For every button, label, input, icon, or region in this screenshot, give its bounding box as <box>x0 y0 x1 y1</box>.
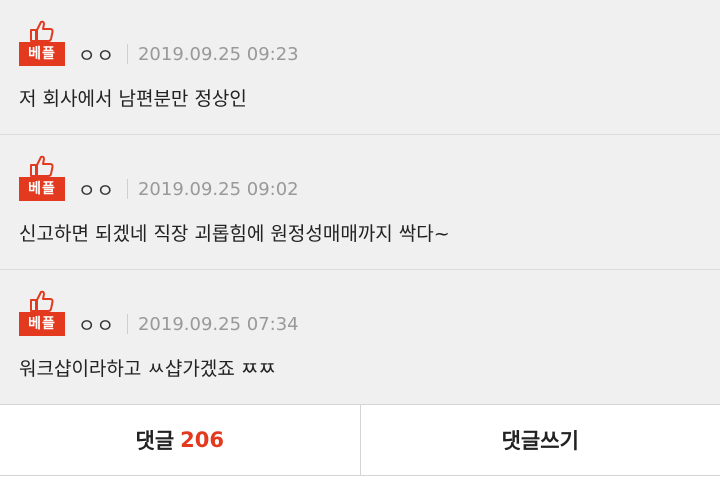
comment-text: 저 회사에서 남편분만 정상인 <box>19 88 247 110</box>
comment-author[interactable]: ㅇㅇ <box>78 41 115 68</box>
view-comments-label: 댓글 <box>135 429 175 453</box>
best-badge-label: 베플 <box>19 312 65 336</box>
meta-divider <box>126 314 128 334</box>
comment-date: 2019.09.25 09:23 <box>137 43 299 65</box>
comment-date: 2019.09.25 07:34 <box>137 313 299 335</box>
view-comments-button[interactable]: 댓글 206 <box>0 405 360 475</box>
best-badge-label: 베플 <box>19 42 65 66</box>
meta-divider <box>126 179 128 199</box>
comment-meta: ㅇㅇ 2019.09.25 09:02 <box>78 175 299 203</box>
best-badge: 베플 <box>19 155 65 203</box>
thumbs-up-icon <box>30 155 54 177</box>
thumbs-up-icon <box>30 290 54 312</box>
thumbs-up-icon <box>30 20 54 42</box>
write-comment-button[interactable]: 댓글쓰기 <box>359 405 720 475</box>
comment-item: 베플 ㅇㅇ 2019.09.25 09:02 신고하면 되겠네 직장 괴롭힘에 … <box>0 135 720 270</box>
comment-meta: ㅇㅇ 2019.09.25 09:23 <box>78 40 299 68</box>
comment-text: 워크샵이라하고 ㅆ샵가겠죠 ㅉㅉ <box>19 358 276 380</box>
comment-item: 베플 ㅇㅇ 2019.09.25 07:34 워크샵이라하고 ㅆ샵가겠죠 ㅉㅉ <box>0 270 720 404</box>
comment-text: 신고하면 되겠네 직장 괴롭힘에 원정성매매까지 싹다~ <box>19 223 450 245</box>
bottom-area <box>0 476 720 502</box>
best-badge: 베플 <box>19 290 65 338</box>
best-badge-label: 베플 <box>19 177 65 201</box>
comment-item: 베플 ㅇㅇ 2019.09.25 09:23 저 회사에서 남편분만 정상인 <box>0 0 720 135</box>
comment-page: 베플 ㅇㅇ 2019.09.25 09:23 저 회사에서 남편분만 정상인 베… <box>0 0 720 502</box>
comment-date: 2019.09.25 09:02 <box>137 178 299 200</box>
best-badge: 베플 <box>19 20 65 68</box>
comment-actions-bar: 댓글 206 댓글쓰기 <box>0 404 720 476</box>
comment-count: 206 <box>180 428 224 452</box>
comment-meta: ㅇㅇ 2019.09.25 07:34 <box>78 310 299 338</box>
comment-author[interactable]: ㅇㅇ <box>78 311 115 338</box>
comment-author[interactable]: ㅇㅇ <box>78 176 115 203</box>
write-comment-label: 댓글쓰기 <box>501 429 579 453</box>
meta-divider <box>126 44 128 64</box>
